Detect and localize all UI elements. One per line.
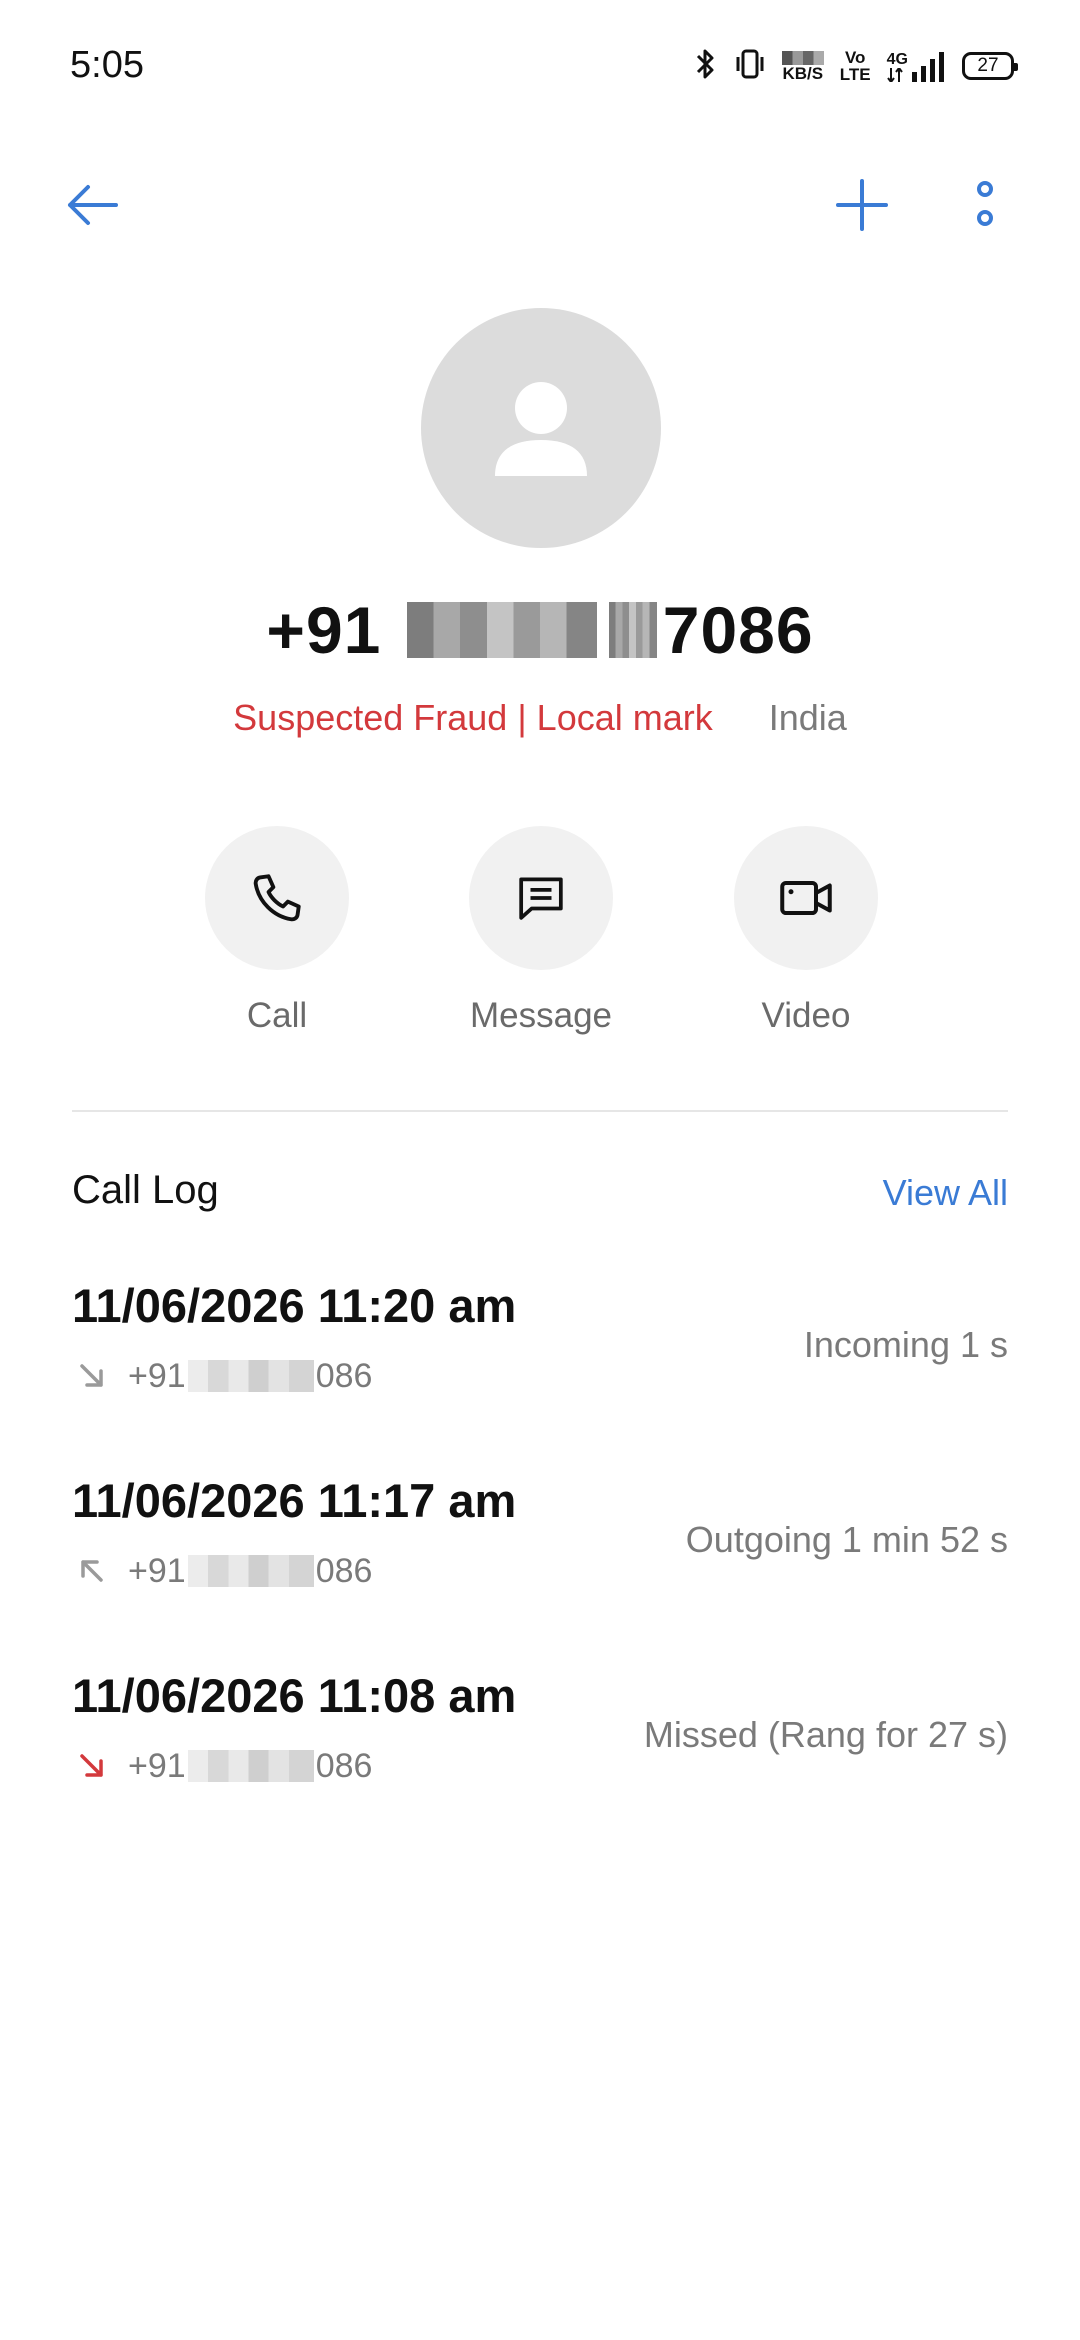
call-number-prefix: +91 <box>128 1746 186 1785</box>
volte-bottom: LTE <box>839 65 871 84</box>
video-label: Video <box>761 996 851 1035</box>
divider <box>72 1110 1008 1112</box>
network-type: 4G <box>886 50 908 68</box>
region-tag: India <box>768 697 847 738</box>
message-icon <box>519 877 563 920</box>
call-log-header: Call Log View All <box>72 1168 1008 1228</box>
redacted-digits <box>406 601 597 658</box>
call-status: Missed (Rang for 27 s) <box>643 1714 1008 1755</box>
incoming-call-icon <box>72 1356 112 1396</box>
contact-detail-screen: 5:05 KB/S Vo LTE 4G 27 +91 7086 Suspecte… <box>0 0 1080 2340</box>
view-all-link[interactable]: View All <box>883 1172 1008 1214</box>
message-label: Message <box>469 996 613 1035</box>
call-number-suffix: 086 <box>315 1356 373 1395</box>
bluetooth-icon <box>694 46 718 87</box>
battery-level: 27 <box>977 55 999 76</box>
call-log-title: Call Log <box>72 1168 219 1212</box>
call-datetime: 11/06/2026 11:17 am <box>72 1474 517 1527</box>
more-options-button[interactable] <box>950 170 1020 240</box>
phone-icon <box>253 874 301 922</box>
video-action[interactable]: Video <box>706 826 906 1036</box>
data-arrows-icon <box>886 67 903 82</box>
call-number-suffix: 086 <box>315 1551 373 1590</box>
contact-actions: Call Message Video <box>0 826 1080 1046</box>
call-action[interactable]: Call <box>177 826 377 1036</box>
more-vertical-icon <box>977 181 993 226</box>
contact-tags: Suspected Fraud | Local mark India <box>0 697 1080 739</box>
plus-icon <box>836 179 888 231</box>
number-prefix: +91 <box>266 593 382 667</box>
call-log-item[interactable]: 11/06/2026 11:20 am +91 086 Incoming 1 s <box>72 1278 1008 1428</box>
video-camera-icon <box>780 881 832 915</box>
call-number-prefix: +91 <box>128 1356 186 1395</box>
call-number-row: +91 086 <box>72 1354 372 1398</box>
vibrate-icon <box>734 46 766 87</box>
message-button[interactable] <box>469 826 613 970</box>
call-number: +91 086 <box>128 1747 372 1786</box>
volte-top: Vo <box>844 48 866 67</box>
status-icons: KB/S Vo LTE 4G 27 <box>694 44 1018 88</box>
net-speed-unit: KB/S <box>782 63 824 83</box>
call-number-row: +91 086 <box>72 1744 372 1788</box>
number-suffix: 7086 <box>662 593 814 667</box>
redacted-digits <box>608 601 657 658</box>
signal-group: 4G <box>887 51 946 82</box>
call-status: Outgoing 1 min 52 s <box>685 1519 1008 1560</box>
call-number-prefix: +91 <box>128 1551 186 1590</box>
status-time: 5:05 <box>70 44 144 86</box>
status-bar: 5:05 KB/S Vo LTE 4G 27 <box>0 0 1080 130</box>
add-contact-button[interactable] <box>827 170 897 240</box>
message-action[interactable]: Message <box>441 826 641 1036</box>
back-button[interactable] <box>57 170 127 240</box>
call-status: Incoming 1 s <box>803 1324 1008 1365</box>
redacted-digits <box>187 1750 314 1782</box>
call-datetime: 11/06/2026 11:20 am <box>72 1279 517 1332</box>
call-label: Call <box>246 996 308 1035</box>
battery-icon: 27 <box>962 52 1018 80</box>
missed-call-icon <box>72 1746 112 1786</box>
redacted-digits <box>187 1360 314 1392</box>
call-number: +91 086 <box>128 1552 372 1591</box>
top-nav <box>0 150 1080 260</box>
outgoing-call-icon <box>72 1551 112 1591</box>
call-button[interactable] <box>205 826 349 970</box>
call-log-item[interactable]: 11/06/2026 11:17 am +91 086 Outgoing 1 mi… <box>72 1473 1008 1623</box>
avatar <box>421 308 661 548</box>
redacted-digits <box>187 1555 314 1587</box>
call-log-item[interactable]: 11/06/2026 11:08 am +91 086 Missed (Rang … <box>72 1668 1008 1818</box>
person-icon <box>495 382 587 476</box>
contact-number: +91 7086 <box>0 592 1080 668</box>
net-speed: KB/S <box>781 50 824 83</box>
arrow-left-icon <box>68 185 118 225</box>
fraud-tag: Suspected Fraud | Local mark <box>233 697 713 738</box>
call-number-suffix: 086 <box>315 1746 373 1785</box>
video-button[interactable] <box>734 826 878 970</box>
call-number-row: +91 086 <box>72 1549 372 1593</box>
call-datetime: 11/06/2026 11:08 am <box>72 1669 517 1722</box>
call-number: +91 086 <box>128 1357 372 1396</box>
signal-bars-icon <box>912 51 944 82</box>
volte-indicator: Vo LTE <box>840 49 871 83</box>
